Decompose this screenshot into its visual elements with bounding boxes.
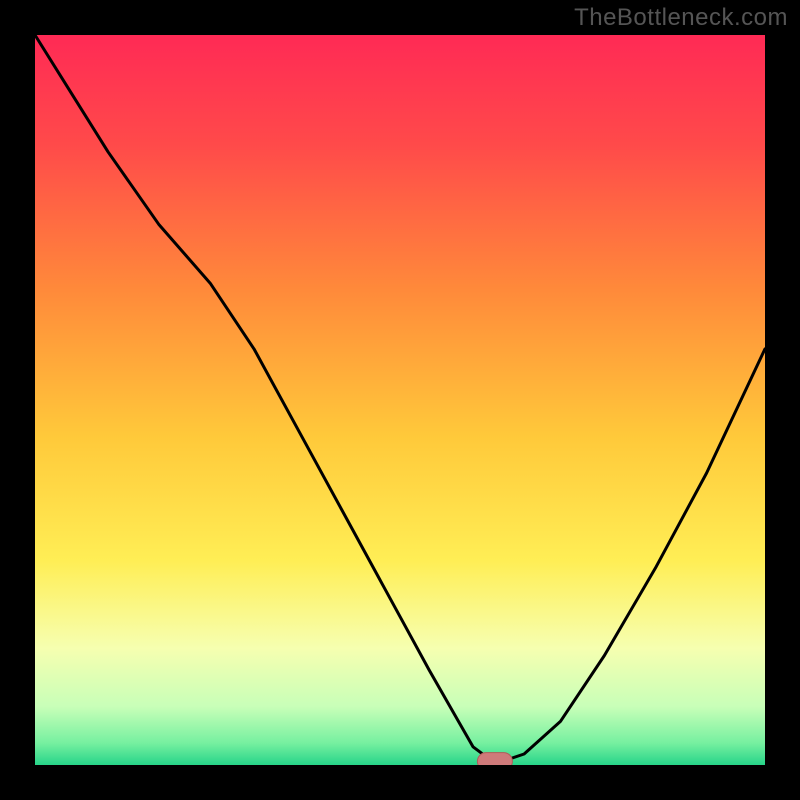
frame-border	[0, 0, 35, 800]
frame-border	[765, 0, 800, 800]
watermark-text: TheBottleneck.com	[574, 4, 788, 32]
chart-svg	[0, 0, 800, 800]
frame-border	[0, 765, 800, 800]
plot-background	[35, 35, 765, 765]
chart-frame: TheBottleneck.com	[0, 0, 800, 800]
